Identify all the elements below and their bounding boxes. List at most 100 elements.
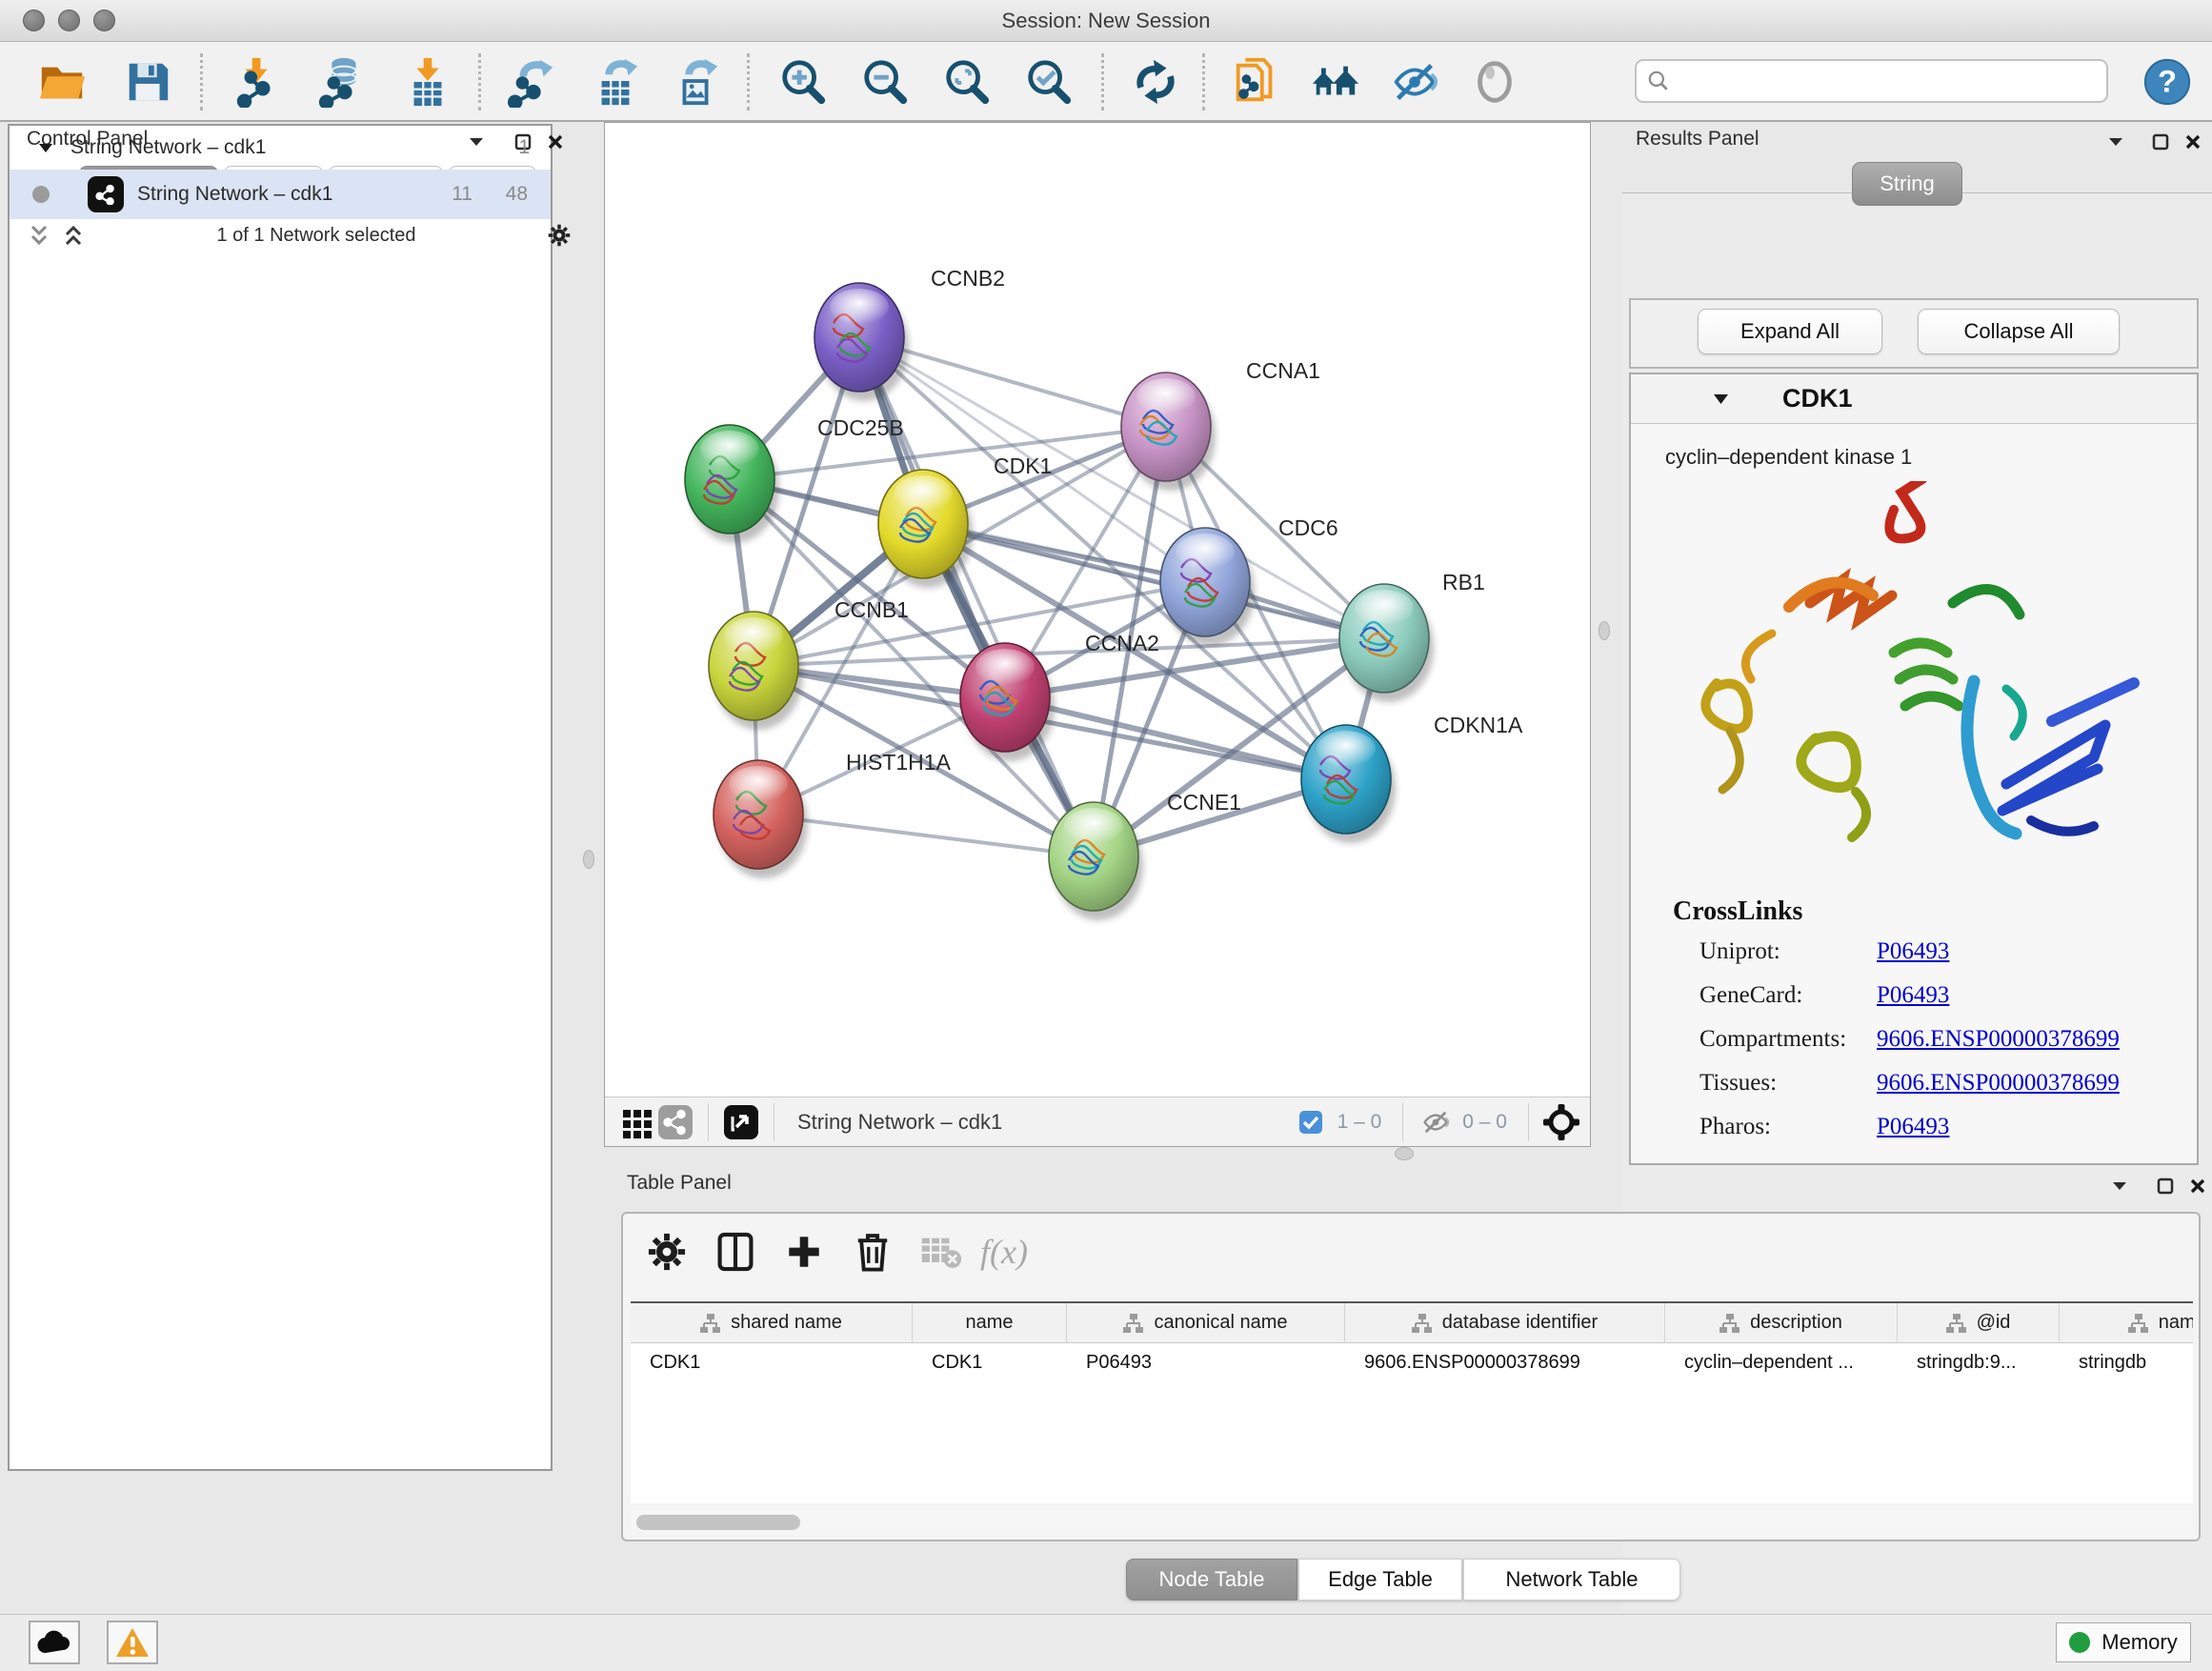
- tab-string[interactable]: String: [1852, 162, 1962, 206]
- center-view-button[interactable]: [1542, 1103, 1580, 1141]
- crosslink-value-link[interactable]: 9606.ENSP00000378699: [1877, 1026, 2120, 1053]
- create-column-button[interactable]: [777, 1225, 831, 1278]
- open-in-new-window-button[interactable]: [722, 1103, 760, 1141]
- network-row-selected[interactable]: String Network – cdk1 11 48: [10, 170, 551, 219]
- export-network-icon: [507, 56, 558, 108]
- node-CDC6[interactable]: [1160, 528, 1255, 646]
- table-cell[interactable]: 9606.ENSP00000378699: [1345, 1343, 1665, 1383]
- chevron-down-icon: [2107, 136, 2124, 148]
- table-container: f(x) shared namenamecanonical namedataba…: [621, 1212, 2201, 1541]
- node-label-CCNB1: CCNB1: [835, 597, 909, 622]
- scrollbar-thumb[interactable]: [636, 1515, 800, 1530]
- search-input[interactable]: [1671, 63, 2106, 99]
- collapse-all-networks-button[interactable]: [27, 223, 51, 248]
- birdseye-view-button[interactable]: [618, 1103, 656, 1141]
- network-collection-row[interactable]: String Network – cdk1 1: [10, 126, 551, 170]
- memory-button[interactable]: Memory: [2056, 1622, 2191, 1662]
- help-icon: ?: [2142, 56, 2193, 108]
- table-cell[interactable]: P06493: [1067, 1343, 1345, 1383]
- table-cell[interactable]: CDK1: [631, 1343, 913, 1383]
- right-splitter-handle[interactable]: [1599, 621, 1610, 640]
- edge-CCNE1-HIST1H1A[interactable]: [758, 815, 1094, 856]
- import-table-from-file-button[interactable]: [400, 54, 455, 110]
- column-header-name[interactable]: name: [913, 1303, 1067, 1342]
- network-canvas[interactable]: CCNB2CCNA1CDC25BCDK1CDC6RB1CCNB1CCNA2HIS…: [605, 123, 1590, 1097]
- export-network-button[interactable]: [505, 54, 560, 110]
- node-CDKN1A[interactable]: [1301, 725, 1396, 843]
- tab-node-table[interactable]: Node Table: [1126, 1559, 1297, 1601]
- column-header-label: database identifier: [1442, 1312, 1598, 1334]
- results-panel-close-button[interactable]: [2181, 130, 2205, 155]
- fit-content-button[interactable]: [939, 54, 995, 110]
- warnings-button[interactable]: [107, 1621, 158, 1664]
- crosslink-value-link[interactable]: P06493: [1877, 1114, 1949, 1140]
- column-header--id[interactable]: @id: [1898, 1303, 2060, 1342]
- node-RB1[interactable]: [1339, 584, 1434, 702]
- crosslink-value-link[interactable]: P06493: [1877, 982, 1949, 1009]
- expand-all-networks-button[interactable]: [61, 223, 86, 248]
- float-window-icon: [2152, 133, 2169, 151]
- crosslink-row: Uniprot:P06493: [1699, 938, 2176, 965]
- results-panel-float-button[interactable]: [2148, 130, 2173, 155]
- show-columns-button[interactable]: [709, 1225, 762, 1278]
- table-horizontal-scrollbar[interactable]: [631, 1511, 2193, 1534]
- table-panel-menu-button[interactable]: [2107, 1174, 2132, 1198]
- network-type-indicator: [656, 1103, 694, 1141]
- apply-layout-button[interactable]: [1128, 54, 1183, 110]
- table-cell[interactable]: stringdb:9...: [1898, 1343, 2060, 1383]
- zoom-in-button[interactable]: [775, 54, 831, 110]
- cloud-status-button[interactable]: [29, 1621, 80, 1664]
- crosslink-value-link[interactable]: 9606.ENSP00000378699: [1877, 1070, 2120, 1097]
- table-panel-close-button[interactable]: [2185, 1174, 2210, 1199]
- node-label-CCNA2: CCNA2: [1085, 631, 1159, 655]
- table-options-button[interactable]: [640, 1225, 694, 1278]
- save-session-button[interactable]: [120, 54, 175, 110]
- import-network-from-database-button[interactable]: [314, 54, 370, 110]
- gene-entry-header[interactable]: CDK1: [1631, 374, 2197, 424]
- node-table[interactable]: shared namenamecanonical name database id…: [631, 1301, 2193, 1503]
- node-HIST1H1A[interactable]: [714, 760, 808, 878]
- collapse-all-button[interactable]: Collapse All: [1918, 309, 2120, 354]
- network-selection-status: 1 of 1 Network selected: [86, 225, 547, 247]
- column-header-database-identifier[interactable]: database identifier: [1345, 1303, 1665, 1342]
- delete-column-button[interactable]: [846, 1225, 899, 1278]
- toolbar-separator: [1402, 1103, 1403, 1141]
- export-image-button[interactable]: [669, 54, 724, 110]
- node-CCNB1[interactable]: [709, 612, 803, 730]
- string-home-button[interactable]: [1307, 54, 1362, 110]
- node-CCNA2[interactable]: [960, 643, 1055, 761]
- expand-all-button[interactable]: Expand All: [1698, 309, 1882, 354]
- node-CDK1[interactable]: [878, 470, 973, 588]
- table-cell[interactable]: cyclin–dependent ...: [1665, 1343, 1898, 1383]
- tab-network-table[interactable]: Network Table: [1463, 1559, 1680, 1601]
- column-header-canonical-name[interactable]: canonical name: [1067, 1303, 1345, 1342]
- search-field[interactable]: [1635, 59, 2108, 103]
- status-bar: Memory: [0, 1614, 2212, 1671]
- network-options-button[interactable]: [547, 223, 572, 248]
- column-header-namespace[interactable]: namespace: [2060, 1303, 2193, 1342]
- string-document-button[interactable]: [1229, 54, 1284, 110]
- table-cell[interactable]: stringdb: [2060, 1343, 2193, 1383]
- table-panel-float-button[interactable]: [2153, 1174, 2178, 1199]
- help-button[interactable]: ?: [2140, 54, 2195, 110]
- column-header-shared-name[interactable]: shared name: [631, 1303, 913, 1342]
- table-cell[interactable]: CDK1: [913, 1343, 1067, 1383]
- inactive-eye-button[interactable]: [1467, 54, 1522, 110]
- table-row[interactable]: CDK1CDK1P064939606.ENSP00000378699cyclin…: [631, 1343, 2193, 1383]
- crosslink-value-link[interactable]: P06493: [1877, 938, 1949, 965]
- export-table-button[interactable]: [589, 54, 644, 110]
- zoom-selected-button[interactable]: [1021, 54, 1076, 110]
- grid-icon: [621, 1106, 654, 1138]
- results-panel-menu-button[interactable]: [2103, 130, 2128, 154]
- node-CCNE1[interactable]: [1049, 802, 1143, 920]
- node-CCNA1[interactable]: [1121, 372, 1216, 491]
- zoom-out-button[interactable]: [857, 54, 913, 110]
- open-session-button[interactable]: [34, 54, 90, 110]
- node-CCNB2[interactable]: [814, 283, 909, 401]
- selected-indicator: [1292, 1103, 1330, 1141]
- import-network-from-file-button[interactable]: [231, 54, 286, 110]
- tab-edge-table[interactable]: Edge Table: [1298, 1559, 1462, 1601]
- column-header-description[interactable]: description: [1665, 1303, 1898, 1342]
- hide-unhide-button[interactable]: [1387, 54, 1442, 110]
- left-splitter-handle[interactable]: [583, 850, 594, 869]
